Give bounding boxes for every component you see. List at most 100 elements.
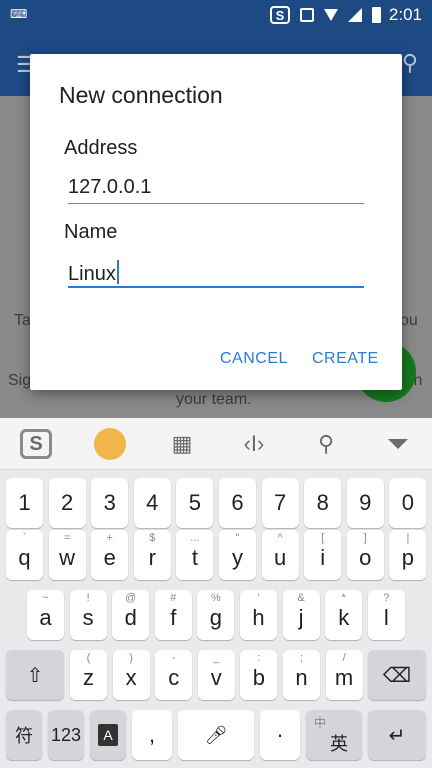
letter-key[interactable]: | p bbox=[389, 530, 427, 580]
number-key[interactable]: 8 bbox=[304, 478, 342, 528]
number-key[interactable]: 6 bbox=[219, 478, 256, 528]
letter-key[interactable]: + e bbox=[91, 530, 129, 580]
key-label: z bbox=[83, 665, 94, 690]
name-label: Name bbox=[64, 221, 118, 243]
key-label: h bbox=[252, 605, 265, 630]
key-label: a bbox=[39, 605, 52, 630]
key-secondary-label: " bbox=[235, 532, 240, 544]
key-label: u bbox=[273, 545, 287, 570]
key-label: v bbox=[210, 665, 222, 690]
key-secondary-label: # bbox=[170, 592, 177, 604]
key-secondary-label: @ bbox=[125, 592, 137, 604]
key-label: 4 bbox=[146, 490, 159, 515]
name-value: Linux bbox=[68, 263, 116, 285]
search-icon[interactable]: ⚲ bbox=[308, 426, 344, 462]
emoji-icon[interactable] bbox=[90, 426, 130, 462]
backspace-key[interactable]: ⌫ bbox=[368, 650, 426, 700]
keyboard-layout-icon[interactable]: ▦ bbox=[164, 426, 200, 462]
letter-key[interactable]: ' h bbox=[240, 590, 277, 640]
key-label: x bbox=[125, 665, 137, 690]
number-key[interactable]: 2 bbox=[48, 478, 86, 528]
letter-key[interactable]: ~ a bbox=[27, 590, 64, 640]
letter-key[interactable]: / m bbox=[325, 650, 363, 700]
lang-chinese-label: 中 bbox=[314, 716, 327, 730]
collapse-keyboard-icon[interactable] bbox=[380, 426, 416, 462]
key-label: 0 bbox=[401, 490, 415, 515]
number-key[interactable]: 1 bbox=[6, 478, 43, 528]
sogou-icon: S bbox=[269, 6, 290, 24]
number-key[interactable]: 3 bbox=[91, 478, 129, 528]
space-key[interactable]: 🎤︎ bbox=[178, 710, 254, 760]
key-label: j bbox=[298, 605, 304, 630]
letter-key[interactable]: ` q bbox=[6, 530, 43, 580]
numbers-key[interactable]: 123 bbox=[48, 710, 84, 760]
letter-key[interactable]: # f bbox=[154, 590, 192, 640]
cancel-button[interactable]: CANCEL bbox=[220, 350, 288, 368]
letter-key[interactable]: ] o bbox=[346, 530, 384, 580]
letter-key[interactable]: $ r bbox=[133, 530, 171, 580]
input-method-key[interactable]: A bbox=[90, 710, 126, 760]
key-secondary-label: % bbox=[211, 592, 221, 604]
letter-key[interactable]: ) x bbox=[112, 650, 150, 700]
letter-key[interactable]: @ d bbox=[112, 590, 150, 640]
letter-key[interactable]: -c bbox=[155, 650, 193, 700]
letter-key[interactable]: * k bbox=[325, 590, 363, 640]
letter-key[interactable]: ; n bbox=[283, 650, 320, 700]
letter-key[interactable]: " y bbox=[219, 530, 256, 580]
sogou-logo-icon[interactable]: S bbox=[18, 426, 54, 462]
key-label: 7 bbox=[273, 490, 287, 515]
key-label: m bbox=[334, 665, 354, 690]
number-key[interactable]: 5 bbox=[176, 478, 214, 528]
clock: 2:01 bbox=[388, 5, 422, 24]
letter-key[interactable]: :b bbox=[240, 650, 278, 700]
key-secondary-label: _ bbox=[213, 652, 220, 664]
letter-key[interactable]: % g bbox=[197, 590, 235, 640]
enter-key[interactable]: ↵ bbox=[368, 710, 426, 760]
key-secondary-label: = bbox=[63, 532, 71, 544]
key-label: y bbox=[232, 545, 243, 570]
create-button[interactable]: CREATE bbox=[312, 350, 379, 368]
soft-keyboard: S ▦ ‹I› ⚲ 1 2 3 4 5 6 7 8 9 0 ` q = w + e $ r... t " y ^ u[i] o… bbox=[0, 418, 432, 768]
key-label: o bbox=[359, 545, 372, 570]
comma-key[interactable]: , bbox=[132, 710, 172, 760]
cursor-move-icon[interactable]: ‹I› bbox=[236, 426, 272, 462]
letter-key[interactable]: = w bbox=[48, 530, 86, 580]
key-secondary-label: ! bbox=[86, 592, 90, 604]
number-key[interactable]: 0 bbox=[389, 478, 427, 528]
language-switch-key[interactable]: 中 英 bbox=[306, 710, 362, 760]
shift-icon: ⇧ bbox=[26, 664, 44, 687]
symbols-key[interactable]: 符 bbox=[6, 710, 42, 760]
battery-icon bbox=[371, 7, 381, 23]
key-secondary-label: & bbox=[297, 592, 305, 604]
shift-key[interactable]: ⇧ bbox=[6, 650, 64, 700]
lang-english-label: 英 bbox=[330, 734, 348, 754]
background-text: Ta bbox=[14, 312, 31, 329]
key-secondary-label: - bbox=[171, 652, 176, 664]
letter-key[interactable]: ^ u bbox=[261, 530, 299, 580]
name-field[interactable]: Linux bbox=[68, 258, 364, 288]
new-connection-dialog: New connection Address 127.0.0.1 Name Li… bbox=[30, 54, 402, 390]
letter-key[interactable]: ! s bbox=[69, 590, 107, 640]
key-label: g bbox=[209, 605, 223, 630]
letter-key[interactable]: (z bbox=[70, 650, 107, 700]
wifi-icon bbox=[323, 9, 338, 21]
key-label: f bbox=[170, 605, 177, 630]
background-text: Sig bbox=[8, 372, 32, 389]
key-secondary-label: | bbox=[406, 532, 410, 544]
key-secondary-label: / bbox=[342, 652, 346, 664]
key-label: 8 bbox=[316, 490, 329, 515]
number-key[interactable]: 7 bbox=[261, 478, 299, 528]
key-secondary-label: ... bbox=[190, 532, 200, 544]
key-label: w bbox=[59, 545, 76, 570]
key-secondary-label: ^ bbox=[277, 532, 283, 544]
letter-key[interactable]: _ v bbox=[197, 650, 235, 700]
address-field[interactable]: 127.0.0.1 bbox=[68, 174, 364, 204]
letter-key[interactable]: ? l bbox=[367, 590, 405, 640]
letter-key[interactable]: & j bbox=[282, 590, 320, 640]
letter-key[interactable]: ... t bbox=[176, 530, 214, 580]
number-key[interactable]: 4 bbox=[133, 478, 171, 528]
number-key[interactable]: 9 bbox=[346, 478, 384, 528]
search-icon[interactable]: ⚲ bbox=[402, 50, 418, 76]
letter-key[interactable]: [i bbox=[304, 530, 342, 580]
period-key[interactable]: · bbox=[260, 710, 300, 760]
